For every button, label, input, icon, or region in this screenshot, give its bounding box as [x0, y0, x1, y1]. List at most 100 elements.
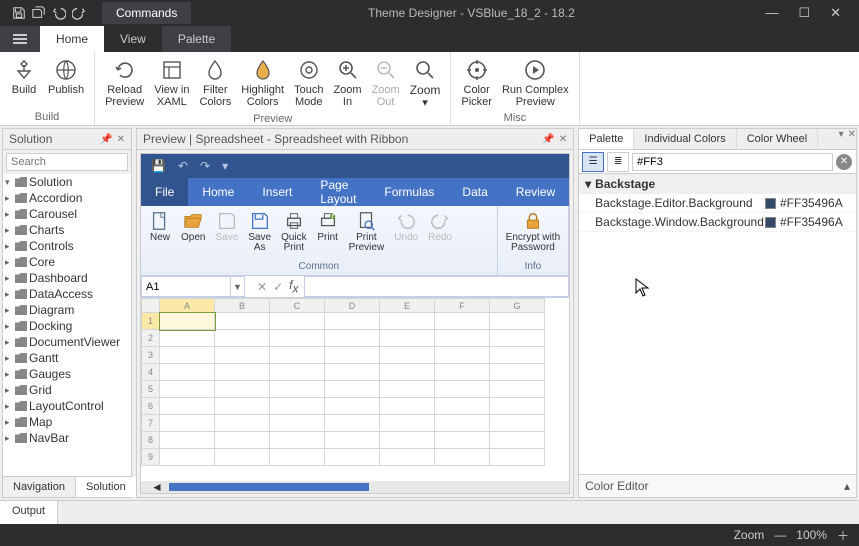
status-bar: Zoom — 100% ＋	[0, 524, 859, 546]
touch-mode-button[interactable]: TouchMode	[290, 56, 327, 111]
color-wheel-tab[interactable]: Color Wheel	[737, 129, 819, 149]
redo-icon[interactable]	[72, 6, 86, 20]
view-xaml-button[interactable]: View inXAML	[150, 56, 193, 111]
pin-icon[interactable]: 📌	[542, 134, 554, 145]
close-button[interactable]: ✕	[830, 5, 841, 21]
zoom-button[interactable]: Zoom▾	[406, 56, 445, 111]
cell-ref-dropdown[interactable]: ▼	[231, 276, 245, 297]
ss-encrypt-button[interactable]: Encrypt withPassword	[502, 208, 564, 260]
undo-icon[interactable]	[52, 6, 66, 20]
tree-item[interactable]: ▸Grid	[3, 382, 131, 398]
tree-item[interactable]: ▸Map	[3, 414, 131, 430]
folder-icon	[15, 177, 27, 187]
qat-dropdown-icon[interactable]: ▾	[222, 159, 228, 173]
pin-icon[interactable]: 📌	[100, 134, 112, 145]
palette-search-input[interactable]	[632, 153, 833, 171]
run-complex-preview-button[interactable]: Run ComplexPreview	[498, 56, 573, 110]
save-all-icon[interactable]	[32, 6, 46, 20]
ss-print-button[interactable]: ?Print	[313, 208, 343, 260]
navigation-tab[interactable]: Navigation	[3, 477, 76, 497]
save-icon[interactable]: 💾	[151, 159, 166, 173]
cell-reference-input[interactable]	[141, 276, 231, 297]
tree-item[interactable]: ▸Charts	[3, 222, 131, 238]
ss-open-button[interactable]: Open	[177, 208, 209, 260]
output-tab[interactable]: Output	[0, 501, 58, 524]
tree-item[interactable]: ▸Gantt	[3, 350, 131, 366]
ss-printpreview-button[interactable]: PrintPreview	[345, 208, 389, 260]
ss-tab-home[interactable]: Home	[188, 178, 248, 206]
redo-icon[interactable]: ↷	[200, 159, 210, 173]
folder-icon	[15, 401, 27, 411]
view-categorized-icon[interactable]: ☰	[582, 152, 604, 172]
tree-item[interactable]: ▸NavBar	[3, 430, 131, 446]
fx-icon[interactable]: fx	[289, 278, 298, 295]
close-panel-icon[interactable]: ✕	[848, 129, 856, 149]
filter-colors-button[interactable]: FilterColors	[195, 56, 235, 111]
zoom-in-button[interactable]: ZoomIn	[329, 56, 365, 111]
cancel-formula-icon[interactable]: ✕	[257, 280, 267, 294]
tree-item[interactable]: ▸LayoutControl	[3, 398, 131, 414]
svg-text:?: ?	[329, 210, 335, 221]
palette-row[interactable]: Backstage.Window.Background#FF35496A	[579, 213, 856, 232]
tab-palette[interactable]: Palette	[162, 26, 231, 52]
ss-tab-formulas[interactable]: Formulas	[370, 178, 448, 206]
individual-colors-tab[interactable]: Individual Colors	[634, 129, 736, 149]
maximize-button[interactable]: ☐	[798, 5, 810, 21]
tree-item[interactable]: ▸Docking	[3, 318, 131, 334]
app-menu-button[interactable]	[0, 26, 40, 52]
color-editor-bar[interactable]: Color Editor▴	[579, 474, 856, 497]
tab-view[interactable]: View	[104, 26, 162, 52]
tree-item[interactable]: ▸Carousel	[3, 206, 131, 222]
save-icon[interactable]	[12, 6, 26, 20]
dropdown-icon[interactable]: ▾	[839, 129, 844, 149]
view-list-icon[interactable]: ≣	[607, 152, 629, 172]
zoom-in-icon[interactable]: ＋	[837, 527, 849, 544]
clear-search-icon[interactable]: ✕	[836, 154, 852, 170]
tree-item[interactable]: ▸Controls	[3, 238, 131, 254]
tree-item[interactable]: ▸Gauges	[3, 366, 131, 382]
accept-formula-icon[interactable]: ✓	[273, 280, 283, 294]
expand-icon[interactable]: ▾	[585, 177, 591, 191]
tree-item[interactable]: ▸DataAccess	[3, 286, 131, 302]
close-panel-icon[interactable]: ✕	[117, 134, 125, 145]
ss-tab-insert[interactable]: Insert	[248, 178, 306, 206]
build-button[interactable]: Build	[6, 56, 42, 109]
tree-item[interactable]: ▸Core	[3, 254, 131, 270]
solution-tree[interactable]: ▾Solution ▸Accordion▸Carousel▸Charts▸Con…	[3, 174, 131, 476]
folder-icon	[15, 209, 27, 219]
color-picker-button[interactable]: ColorPicker	[457, 56, 496, 110]
publish-button[interactable]: Publish	[44, 56, 88, 109]
solution-tab[interactable]: Solution	[76, 477, 137, 497]
ss-new-button[interactable]: New	[145, 208, 175, 260]
palette-group-header[interactable]: ▾Backstage	[579, 174, 856, 194]
ss-quickprint-button[interactable]: QuickPrint	[277, 208, 311, 260]
tree-item[interactable]: ▸Dashboard	[3, 270, 131, 286]
tree-item[interactable]: ▸Accordion	[3, 190, 131, 206]
ss-tab-pagelayout[interactable]: Page Layout	[306, 178, 370, 206]
ss-tab-file[interactable]: File	[141, 178, 188, 206]
horizontal-scrollbar[interactable]: ◄	[141, 481, 569, 493]
close-panel-icon[interactable]: ✕	[559, 134, 567, 145]
commands-tab[interactable]: Commands	[102, 2, 191, 24]
formula-input[interactable]	[304, 276, 569, 297]
spreadsheet-grid[interactable]: ABCDEFG123456789	[141, 298, 569, 481]
ss-tab-review[interactable]: Review	[502, 178, 569, 206]
group-build-label: Build	[6, 109, 88, 123]
tab-home[interactable]: Home	[40, 26, 104, 52]
tree-item[interactable]: ▸DocumentViewer	[3, 334, 131, 350]
folder-icon	[15, 353, 27, 363]
minimize-button[interactable]: —	[765, 5, 778, 21]
tree-item[interactable]: ▸Diagram	[3, 302, 131, 318]
palette-tab[interactable]: Palette	[579, 129, 634, 149]
output-tab-bar: Output	[0, 500, 859, 524]
undo-icon[interactable]: ↶	[178, 159, 188, 173]
highlight-colors-button[interactable]: HighlightColors	[237, 56, 288, 111]
folder-icon	[15, 337, 27, 347]
reload-preview-button[interactable]: ReloadPreview	[101, 56, 148, 111]
palette-row[interactable]: Backstage.Editor.Background#FF35496A	[579, 194, 856, 213]
palette-list[interactable]: ▾Backstage Backstage.Editor.Background#F…	[579, 174, 856, 474]
tree-root[interactable]: ▾Solution	[3, 174, 131, 190]
ss-saveas-button[interactable]: SaveAs	[244, 208, 275, 260]
solution-search-input[interactable]	[6, 153, 128, 171]
ss-tab-data[interactable]: Data	[448, 178, 501, 206]
